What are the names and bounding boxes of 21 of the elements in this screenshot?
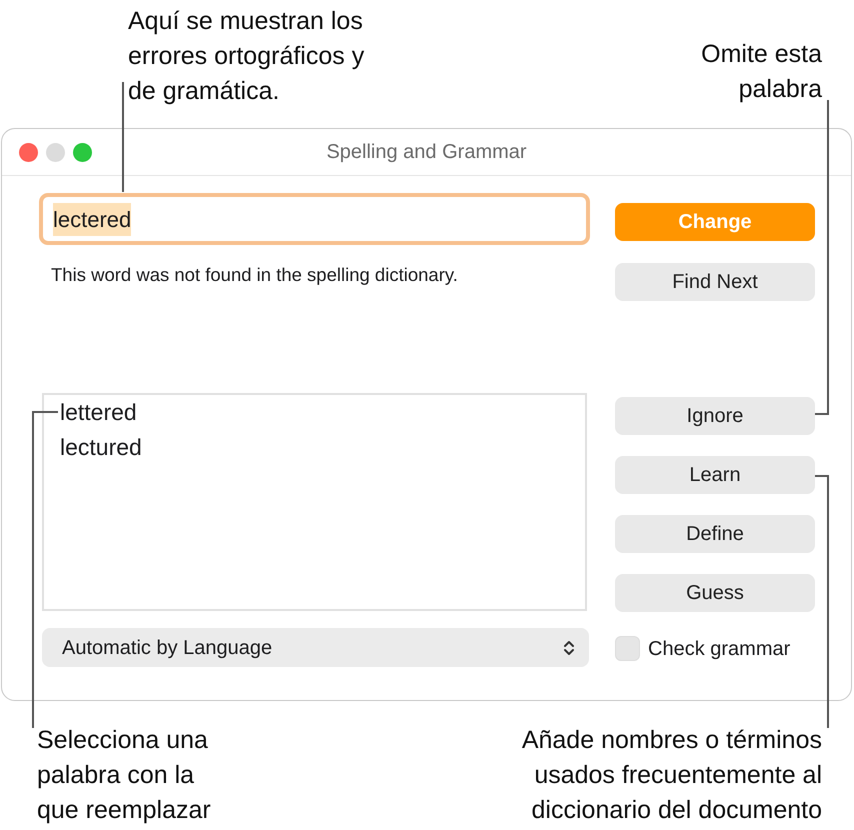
dialog-button[interactable]: Learn (615, 456, 815, 494)
checkbox-label: Check grammar (648, 636, 790, 662)
status-message: This word was not found in the spelling dictionary. (51, 263, 459, 285)
suggestion-item[interactable]: lettered (44, 395, 585, 430)
zoom-icon[interactable] (73, 143, 92, 162)
callout-text: Añade nombres o términos usados frecuentemente al diccionario del documento (522, 725, 822, 826)
callout-text: Selecciona una palabra con la que reemplazar (37, 725, 211, 826)
close-icon[interactable] (19, 143, 38, 162)
suggestion-item[interactable]: lectured (44, 430, 585, 465)
stepper-arrows-icon (563, 638, 575, 656)
dialog-button[interactable]: Ignore (615, 397, 815, 435)
dialog-button[interactable]: Find Next (615, 263, 815, 301)
language-popup[interactable]: Automatic by Language (42, 628, 589, 667)
checkbox[interactable] (615, 636, 640, 661)
dialog-button[interactable]: Guess (615, 574, 815, 612)
word-field[interactable]: lectered (39, 193, 590, 245)
callout-text: Aquí se muestran los errores ortográficos y de gramática. (128, 6, 364, 107)
callout-text: Omite esta palabra (701, 39, 822, 105)
dialog-button[interactable]: Define (615, 515, 815, 553)
minimize-icon[interactable] (46, 143, 65, 162)
window-title: Spelling and Grammar (326, 140, 527, 165)
